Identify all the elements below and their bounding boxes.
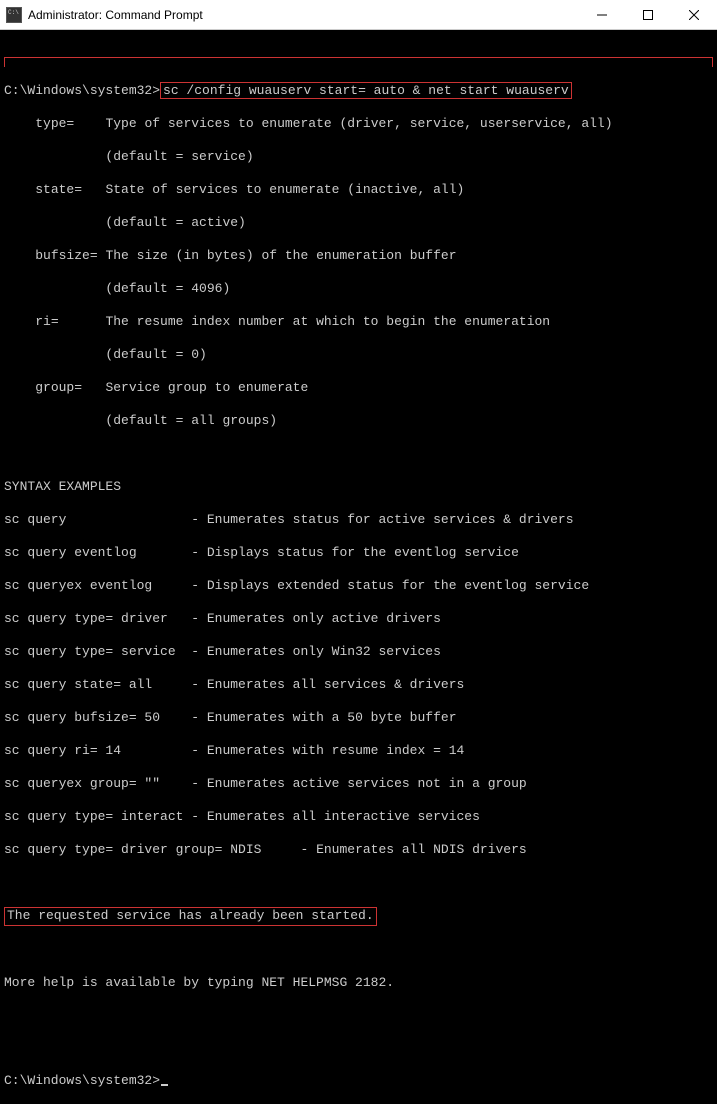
example-line: sc queryex group= "" - Enumerates active… <box>4 776 717 793</box>
example-line: sc query type= driver group= NDIS - Enum… <box>4 842 717 859</box>
param-default: (default = all groups) <box>4 413 717 430</box>
example-line: sc query type= service - Enumerates only… <box>4 644 717 661</box>
param-default: (default = active) <box>4 215 717 232</box>
param-line: bufsize= The size (in bytes) of the enum… <box>4 248 717 265</box>
example-line: sc query type= driver - Enumerates only … <box>4 611 717 628</box>
console-output[interactable]: C:\Windows\system32>sc /config wuauserv … <box>0 30 717 1104</box>
syntax-header: SYNTAX EXAMPLES <box>4 479 717 496</box>
highlight-border <box>4 57 713 67</box>
cursor-icon <box>161 1084 168 1086</box>
param-default: (default = 0) <box>4 347 717 364</box>
title-bar[interactable]: Administrator: Command Prompt <box>0 0 717 30</box>
prompt-path: C:\Windows\system32> <box>4 1073 160 1088</box>
command-highlight: sc /config wuauserv start= auto & net st… <box>160 82 572 99</box>
window-title: Administrator: Command Prompt <box>28 8 579 22</box>
param-default: (default = 4096) <box>4 281 717 298</box>
maximize-button[interactable] <box>625 0 671 29</box>
param-default: (default = service) <box>4 149 717 166</box>
result-line: The requested service has already been s… <box>4 907 717 926</box>
param-line: type= Type of services to enumerate (dri… <box>4 116 717 133</box>
help-line: More help is available by typing NET HEL… <box>4 975 717 992</box>
param-line: state= State of services to enumerate (i… <box>4 182 717 199</box>
example-line: sc query - Enumerates status for active … <box>4 512 717 529</box>
close-button[interactable] <box>671 0 717 29</box>
minimize-button[interactable] <box>579 0 625 29</box>
example-line: sc query type= interact - Enumerates all… <box>4 809 717 826</box>
cmd-icon <box>6 7 22 23</box>
prompt-line: C:\Windows\system32> <box>4 1073 717 1090</box>
param-line: ri= The resume index number at which to … <box>4 314 717 331</box>
example-line: sc query ri= 14 - Enumerates with resume… <box>4 743 717 760</box>
window-controls <box>579 0 717 29</box>
example-line: sc query bufsize= 50 - Enumerates with a… <box>4 710 717 727</box>
command-line: C:\Windows\system32>sc /config wuauserv … <box>4 83 717 100</box>
prompt-path: C:\Windows\system32> <box>4 83 160 98</box>
example-line: sc query state= all - Enumerates all ser… <box>4 677 717 694</box>
example-line: sc query eventlog - Displays status for … <box>4 545 717 562</box>
param-line: group= Service group to enumerate <box>4 380 717 397</box>
result-highlight: The requested service has already been s… <box>4 907 377 926</box>
example-line: sc queryex eventlog - Displays extended … <box>4 578 717 595</box>
